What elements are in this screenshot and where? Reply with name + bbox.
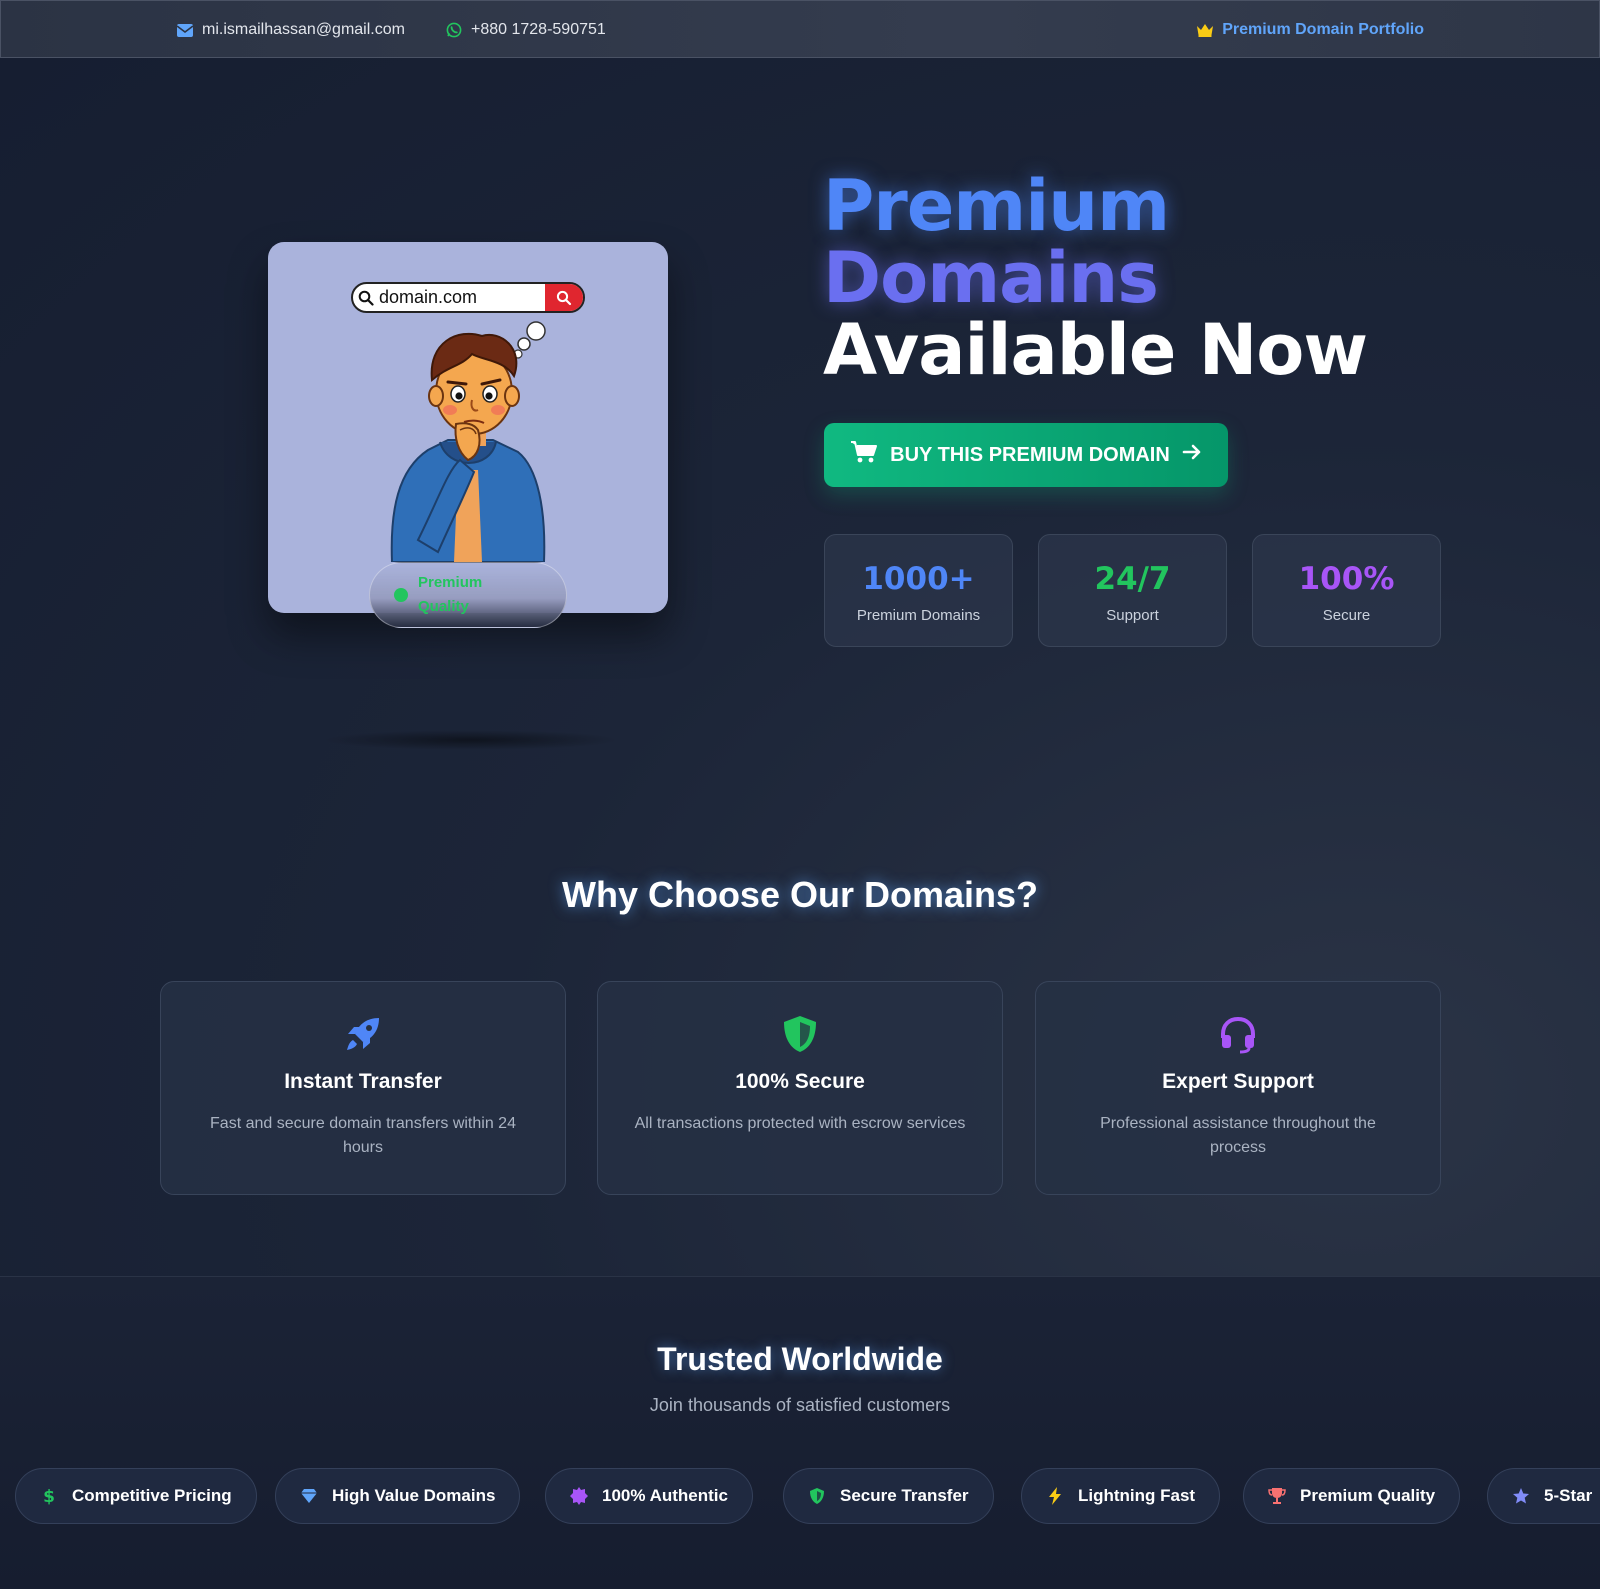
stat-value: 24/7	[1094, 561, 1171, 597]
stat-label: Support	[1106, 607, 1159, 624]
stat-card-support: 24/7 Support	[1038, 534, 1227, 647]
certificate-icon	[570, 1487, 588, 1505]
thinking-man-illustration	[390, 321, 546, 562]
hero-title: Premium Domains Available Now	[823, 165, 1368, 391]
hero-section: domain.com Premium Quality Premium Domai…	[0, 58, 1600, 1276]
premium-quality-text: Premium Quality	[418, 574, 483, 615]
shield-icon	[598, 1012, 1002, 1056]
trusted-subtitle: Join thousands of satisfied customers	[649, 1395, 951, 1415]
chip-lightning-fast: Lightning Fast	[1021, 1468, 1221, 1524]
email-contact[interactable]: mi.ismailhassan@gmail.com	[176, 1, 405, 59]
chip-label: Competitive Pricing	[72, 1486, 232, 1505]
stat-value: 100%	[1298, 561, 1395, 597]
feature-title: Instant Transfer	[284, 1070, 442, 1093]
premium-quality-badge: Premium Quality	[369, 562, 567, 628]
portfolio-label: Premium Domain Portfolio	[1222, 21, 1424, 38]
stat-label: Secure	[1322, 607, 1371, 624]
stat-value: 1000+	[862, 561, 975, 597]
arrow-right-icon	[1182, 443, 1202, 467]
illustration-card: domain.com Premium Quality	[268, 242, 668, 628]
feature-title: 100% Secure	[735, 1070, 865, 1093]
feature-description: All transactions protected with escrow s…	[634, 1115, 966, 1132]
illustration-search-text: domain.com	[379, 287, 478, 307]
headset-icon	[1036, 1012, 1440, 1056]
hero-title-line-3: Available Now	[823, 309, 1368, 391]
trusted-section: Trusted Worldwide Join thousands of sati…	[0, 1276, 1600, 1589]
feature-card-secure: 100% Secure All transactions protected w…	[597, 981, 1003, 1195]
illustration-search-bar: domain.com	[351, 282, 585, 313]
rocket-icon	[161, 1012, 565, 1056]
cart-icon	[850, 440, 878, 470]
chip-label: Premium Quality	[1300, 1486, 1436, 1505]
svg-text:$: $	[43, 1487, 55, 1505]
feature-title: Expert Support	[1162, 1070, 1314, 1093]
chip-premium-quality: Premium Quality	[1243, 1468, 1461, 1524]
diamond-icon	[300, 1487, 318, 1505]
search-icon	[545, 284, 583, 311]
feature-card-instant-transfer: Instant Transfer Fast and secure domain …	[160, 981, 566, 1195]
bolt-icon	[1046, 1487, 1064, 1505]
phone-text: +880 1728-590751	[471, 21, 606, 38]
chip-five-star: 5-Star	[1487, 1468, 1600, 1524]
phone-contact[interactable]: +880 1728-590751	[445, 1, 606, 59]
feature-description: Professional assistance throughout the p…	[1100, 1115, 1376, 1156]
portfolio-link[interactable]: Premium Domain Portfolio	[1196, 1, 1424, 59]
feature-description: Fast and secure domain transfers within …	[210, 1115, 516, 1156]
hero-title-line-1: Premium	[823, 165, 1170, 247]
star-icon	[1512, 1487, 1530, 1505]
buy-domain-button[interactable]: BUY THIS PREMIUM DOMAIN	[824, 423, 1228, 487]
chip-high-value-domains: High Value Domains	[275, 1468, 521, 1524]
chip-label: Lightning Fast	[1078, 1486, 1196, 1505]
crown-icon	[1196, 21, 1214, 39]
chip-label: High Value Domains	[332, 1486, 496, 1505]
top-bar: mi.ismailhassan@gmail.com +880 1728-5907…	[0, 0, 1600, 58]
trusted-title: Trusted Worldwide	[657, 1341, 943, 1377]
stat-card-domains: 1000+ Premium Domains	[824, 534, 1013, 647]
stat-card-secure: 100% Secure	[1252, 534, 1441, 647]
why-choose-title: Why Choose Our Domains?	[561, 874, 1039, 915]
chip-label: 100% Authentic	[602, 1486, 728, 1505]
chip-competitive-pricing: $ Competitive Pricing	[15, 1468, 257, 1524]
chip-secure-transfer: Secure Transfer	[783, 1468, 994, 1524]
chip-label: Secure Transfer	[840, 1486, 969, 1505]
chip-authentic: 100% Authentic	[545, 1468, 753, 1524]
email-text: mi.ismailhassan@gmail.com	[202, 21, 405, 38]
shield-icon	[808, 1487, 826, 1505]
hero-title-line-2: Domains	[823, 237, 1159, 319]
whatsapp-icon	[445, 21, 463, 39]
stat-label: Premium Domains	[856, 607, 981, 624]
buy-button-label: BUY THIS PREMIUM DOMAIN	[890, 443, 1170, 466]
status-dot-icon	[394, 588, 408, 602]
feature-card-expert-support: Expert Support Professional assistance t…	[1035, 981, 1441, 1195]
chip-label: 5-Star	[1544, 1486, 1593, 1505]
magnifier-icon	[353, 290, 379, 306]
envelope-icon	[176, 21, 194, 39]
dollar-icon: $	[40, 1487, 58, 1505]
card-floor-shadow	[320, 730, 620, 750]
trophy-icon	[1268, 1487, 1286, 1505]
